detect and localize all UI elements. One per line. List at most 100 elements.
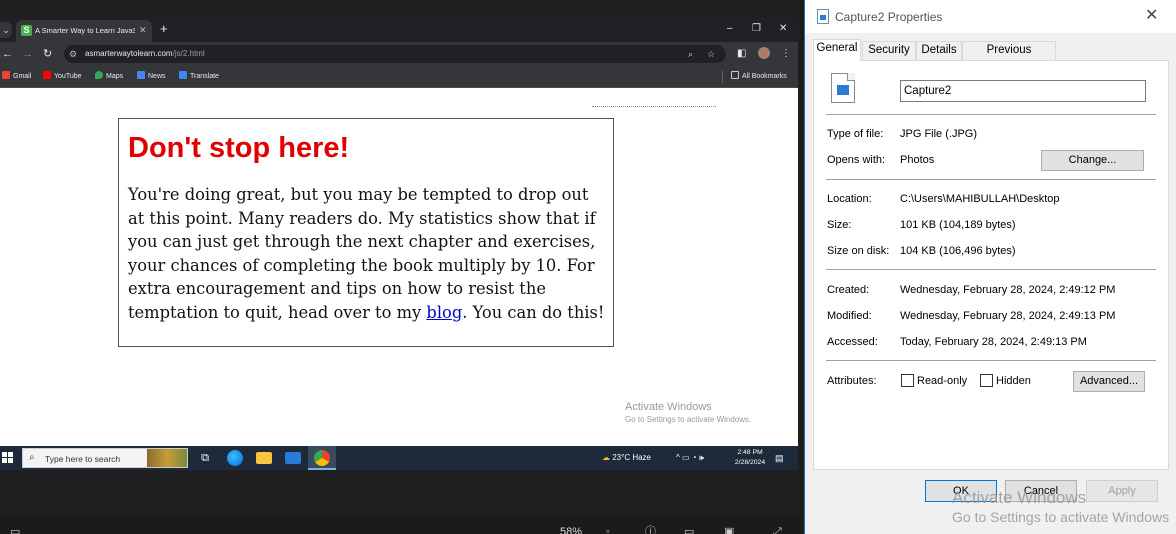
fullscreen-icon[interactable]: ▣ [724,526,734,534]
bookmark-star-icon[interactable]: ☆ [707,47,715,61]
general-tab-panel: Type of file: JPG File (.JPG) Opens with… [813,60,1169,470]
weather-widget[interactable]: ☁ 23°C Haze [602,452,651,464]
file-explorer-icon[interactable] [256,452,272,464]
fit-window-icon[interactable]: ▭ [684,526,694,534]
tab-previous-versions[interactable]: Previous Versions [962,41,1056,73]
translate-icon [179,71,187,79]
search-placeholder: Type here to search [45,454,121,464]
system-tray[interactable]: ^ ▭ ◔ 🕪 [676,452,704,464]
separator [826,114,1156,115]
callout-text: You're doing great, but you may be tempt… [128,183,608,325]
type-of-file-value: JPG File (.JPG) [900,128,978,140]
edge-browser-icon[interactable] [227,450,243,466]
hidden-checkbox[interactable] [980,374,993,387]
forward-arrow-icon[interactable]: → [22,47,33,61]
dialog-close-icon[interactable]: ✕ [1145,6,1158,26]
folder-icon [731,71,739,79]
site-info-icon[interactable]: ⚙ [69,47,77,61]
news-icon [137,71,145,79]
windows-start-icon[interactable] [2,452,14,464]
dialog-tabs: General Security Details Previous Versio… [813,39,1173,73]
bookmark-label: Maps [106,73,124,80]
window-close-icon[interactable]: ✕ [779,22,787,36]
windows-taskbar: ⌕ Type here to search ⧉ ☁ 23°C Haze ^ ▭ … [0,446,798,470]
dialog-title-bar: Capture2 Properties ✕ [805,0,1176,33]
size-label: Size: [827,219,852,231]
blog-link[interactable]: blog [426,303,462,322]
tab-details[interactable]: Details [916,41,962,60]
filmstrip-icon[interactable]: ▭ [10,526,20,534]
gmail-icon [2,71,10,79]
size-on-disk-value: 104 KB (106,496 bytes) [900,245,1016,257]
tab-close-icon[interactable]: ✕ [139,24,147,36]
size-value: 101 KB (104,189 bytes) [900,219,1016,231]
all-bookmarks[interactable]: All Bookmarks [731,70,787,84]
show-hidden-icons-chevron-icon[interactable]: ^ [676,453,680,462]
volume-icon: 🕪 [698,453,704,462]
dialog-title: Capture2 Properties [835,10,943,24]
haze-icon: ☁ [602,453,613,462]
activate-watermark-title: Activate Windows [952,488,1087,507]
callout-box: Don't stop here! You're doing great, but… [118,118,614,347]
viewer-controls-strip [0,516,800,534]
file-name-field[interactable] [900,80,1146,102]
readonly-checkbox[interactable] [901,374,914,387]
tab-security[interactable]: Security [862,41,916,60]
bookmark-news[interactable]: News [137,70,166,84]
advanced-button[interactable]: Advanced... [1073,371,1145,392]
minimize-icon[interactable]: – [727,22,733,36]
viewer-top-bar [0,0,800,18]
opens-with-label: Opens with: [827,154,886,166]
readonly-label[interactable]: Read-only [917,374,967,388]
address-bar[interactable]: ⚙ asmarterwaytolearn.com/js/2.html ⌕ ☆ [64,45,726,63]
accessed-label: Accessed: [827,336,878,348]
back-arrow-icon[interactable]: ← [2,47,13,61]
profile-avatar[interactable] [758,47,770,59]
reload-icon[interactable]: ↻ [43,47,52,61]
displayed-screenshot: ⌄ S A Smarter Way to Learn JavaScr ✕ + –… [0,18,798,470]
activate-windows-watermark: Activate Windows Go to Settings to activ… [625,400,751,426]
taskbar-search-box[interactable]: ⌕ Type here to search [22,448,188,468]
browser-tab-active[interactable]: S A Smarter Way to Learn JavaScr ✕ [16,20,152,42]
created-value: Wednesday, February 28, 2024, 2:49:12 PM [900,284,1116,296]
callout-text-main: You're doing great, but you may be tempt… [128,185,596,322]
address-bar-url: asmarterwaytolearn.com/js/2.html [85,48,205,60]
zoom-out-icon[interactable]: ◦ [606,526,610,534]
tab-general[interactable]: General [813,39,861,61]
menu-kebab-icon[interactable]: ⋮ [781,47,791,61]
restore-icon[interactable]: ❐ [752,22,761,36]
hidden-label[interactable]: Hidden [996,374,1031,388]
chrome-taskbar-button[interactable] [308,446,336,470]
browser-tab-strip: ⌄ S A Smarter Way to Learn JavaScr ✕ + –… [0,18,798,42]
dialog-footer: OK Cancel Apply Activate Windows Go to S… [805,470,1176,534]
side-panel-icon[interactable]: ◧ [737,47,746,61]
info-icon[interactable]: ⓘ [645,526,656,534]
task-view-icon[interactable]: ⧉ [197,450,213,466]
bookmark-translate[interactable]: Translate [179,70,219,84]
bookmarks-bar: Gmail YouTube Maps News Translate All Bo… [0,66,798,88]
bookmark-label: News [148,73,166,80]
created-label: Created: [827,284,870,296]
new-tab-button[interactable]: + [160,22,168,36]
opens-with-value: Photos [900,154,935,166]
all-bookmarks-label: All Bookmarks [742,73,787,80]
image-file-icon [817,9,829,24]
jpg-file-icon [831,73,855,103]
viewer-bottom-bar: ▭ 58% ◦ ⓘ ▭ ▣ ⤢ [0,470,800,534]
bookmark-gmail[interactable]: Gmail [2,70,31,84]
url-host: asmarterwaytolearn.com [85,49,173,58]
zoom-magnifier-icon[interactable]: ⌕ [688,47,693,61]
bookmark-label: Translate [190,73,219,80]
taskbar-clock[interactable]: 2:48 PM 2/28/2024 [730,448,770,468]
expand-icon[interactable]: ⤢ [773,526,782,534]
clock-date: 2/28/2024 [734,459,766,466]
bookmark-maps[interactable]: Maps [95,70,123,84]
bookmark-youtube[interactable]: YouTube [43,70,82,84]
notifications-icon[interactable]: ▤ [775,452,784,464]
zoom-level[interactable]: 58% [560,526,582,534]
separator [826,269,1156,270]
bookmark-label: Gmail [13,73,32,80]
tab-search-chevron-icon[interactable]: ⌄ [0,22,12,38]
mail-icon[interactable] [285,452,301,464]
change-button[interactable]: Change... [1041,150,1144,171]
